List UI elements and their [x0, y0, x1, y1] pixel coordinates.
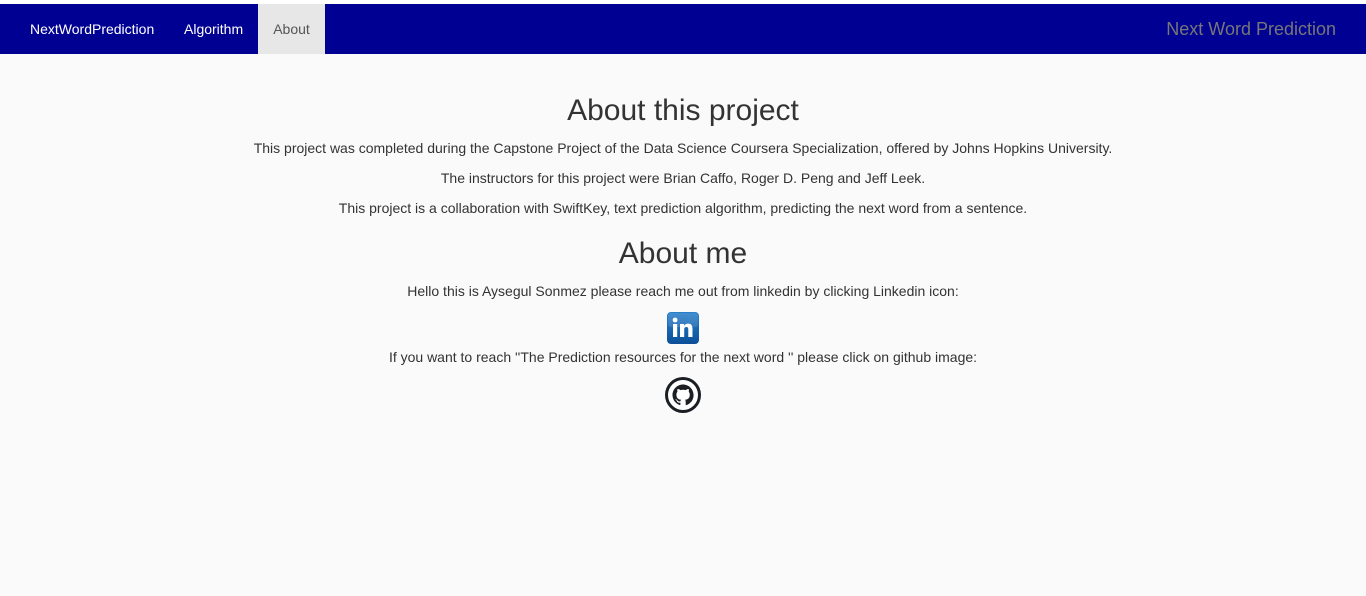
navbar-title: Next Word Prediction — [1166, 19, 1336, 39]
instructors-paragraph: The instructors for this project were Br… — [440, 170, 926, 186]
project-paragraph: This project was completed during the Ca… — [253, 140, 1113, 156]
about-me-heading: About me — [618, 237, 748, 270]
navbar: NextWordPrediction Algorithm About Next … — [0, 4, 1366, 54]
navbar-brand-link[interactable]: NextWordPrediction — [30, 4, 154, 54]
tab-about[interactable]: About — [258, 4, 325, 54]
linkedin-text: Hello this is Aysegul Sonmez please reac… — [407, 283, 959, 299]
linkedin-icon[interactable] — [667, 312, 699, 344]
github-icon[interactable] — [665, 377, 701, 413]
about-project-heading: About this project — [567, 94, 799, 127]
github-text: If you want to reach ''The Prediction re… — [388, 349, 978, 365]
tab-algorithm[interactable]: Algorithm — [184, 4, 243, 54]
collaboration-paragraph: This project is a collaboration with Swi… — [338, 200, 1028, 216]
